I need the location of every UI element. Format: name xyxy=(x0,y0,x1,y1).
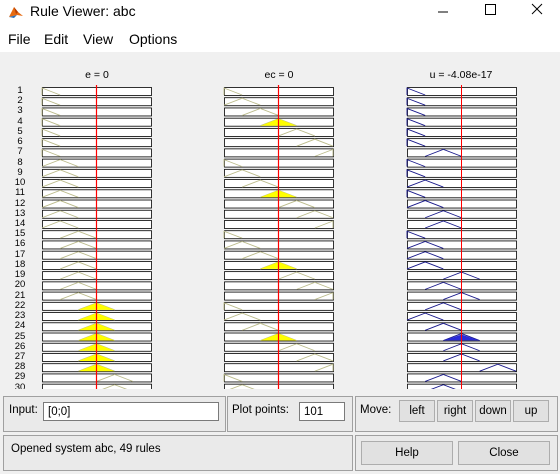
close-button[interactable]: Close xyxy=(458,441,550,465)
menu-view[interactable]: View xyxy=(83,31,113,47)
move-up-button[interactable]: up xyxy=(513,400,549,422)
plot-points-panel: Plot points: 101 xyxy=(227,396,353,432)
close-icon xyxy=(531,3,543,15)
matlab-icon xyxy=(9,7,23,18)
status-panel: Opened system abc, 49 rules xyxy=(3,435,353,471)
menu-file[interactable]: File xyxy=(8,31,31,47)
menu-bar: File Edit View Options xyxy=(0,24,560,52)
plot-points-field[interactable]: 101 xyxy=(299,402,345,421)
input-label: Input: xyxy=(9,404,38,416)
help-button[interactable]: Help xyxy=(361,441,453,465)
rule-plot-area[interactable]: e = 0 ec = 0 u = -4.08e-17 1 2 3 4 5 6 7 8 9 10 11… xyxy=(0,54,560,389)
action-panel: Help Close xyxy=(355,435,558,471)
maximize-icon xyxy=(485,4,496,15)
control-panel: Input: [0;0] Plot points: 101 Move: left… xyxy=(0,389,560,474)
move-down-button[interactable]: down xyxy=(475,400,511,422)
maximize-button[interactable] xyxy=(467,0,513,24)
move-right-button[interactable]: right xyxy=(437,400,473,422)
plot-points-label: Plot points: xyxy=(232,404,289,416)
move-label: Move: xyxy=(360,404,392,416)
move-panel: Move: left right down up xyxy=(355,396,558,432)
status-text: Opened system abc, 49 rules xyxy=(11,443,161,455)
menu-options[interactable]: Options xyxy=(129,31,177,47)
input-panel: Input: [0;0] xyxy=(3,396,226,432)
close-window-button[interactable] xyxy=(514,0,560,24)
rule-plots[interactable] xyxy=(0,54,560,389)
title-bar: Rule Viewer: abc xyxy=(0,0,560,24)
window-title: Rule Viewer: abc xyxy=(30,3,136,19)
minimize-button[interactable] xyxy=(420,0,466,24)
input-field[interactable]: [0;0] xyxy=(43,402,219,421)
menu-edit[interactable]: Edit xyxy=(44,31,68,47)
move-left-button[interactable]: left xyxy=(399,400,435,422)
minimize-icon xyxy=(438,11,448,13)
